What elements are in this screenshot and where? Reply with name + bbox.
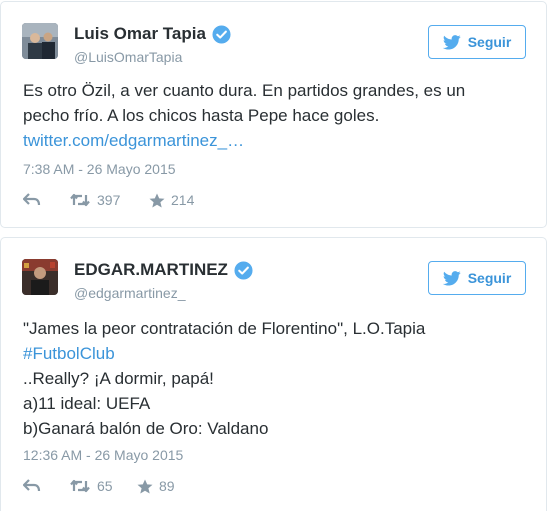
tweet-card-tapia: Luis Omar Tapia @LuisOmarTapia Seguir Es… xyxy=(0,1,547,228)
tweet-actions: 397 214 xyxy=(23,192,194,208)
reply-icon xyxy=(23,193,41,206)
follow-button[interactable]: Seguir xyxy=(428,25,526,59)
twitter-bird-icon xyxy=(442,270,461,286)
retweet-button[interactable]: 397 xyxy=(69,192,149,208)
tweet-text-line: pecho frío. A los chicos hasta Pepe hace… xyxy=(23,106,380,125)
hashtag-link[interactable]: #FutbolClub xyxy=(23,341,425,366)
retweet-icon xyxy=(70,193,90,207)
favorite-count: 214 xyxy=(171,192,195,208)
retweet-count: 65 xyxy=(97,478,113,494)
tweet-text-line: Es otro Özil, a ver cuanto dura. En part… xyxy=(23,81,466,100)
tweet-timestamp[interactable]: 12:36 AM - 26 Mayo 2015 xyxy=(23,447,183,463)
verified-badge-icon xyxy=(234,260,253,280)
favorite-button[interactable]: 214 xyxy=(149,192,194,208)
author-row: Luis Omar Tapia xyxy=(74,24,231,44)
tweet-text: Es otro Özil, a ver cuanto dura. En part… xyxy=(23,78,465,153)
tweet-timestamp[interactable]: 7:38 AM - 26 Mayo 2015 xyxy=(23,161,176,177)
verified-badge-icon xyxy=(212,24,231,44)
retweet-icon xyxy=(70,479,90,493)
tweet-text-line: ..Really? ¡A dormir, papá! xyxy=(23,369,214,388)
tweet-text-line: "James la peor contratación de Florentin… xyxy=(23,319,426,338)
follow-label: Seguir xyxy=(467,270,512,286)
favorite-button[interactable]: 89 xyxy=(137,478,175,494)
author-name[interactable]: EDGAR.MARTINEZ xyxy=(74,260,228,280)
author-name[interactable]: Luis Omar Tapia xyxy=(74,24,206,44)
reply-button[interactable] xyxy=(23,479,69,493)
author-handle[interactable]: @LuisOmarTapia xyxy=(74,49,182,65)
favorite-star-icon xyxy=(137,479,153,493)
author-handle[interactable]: @edgarmartinez_ xyxy=(74,285,186,301)
favorite-count: 89 xyxy=(159,478,175,494)
avatar[interactable] xyxy=(22,23,58,59)
follow-button[interactable]: Seguir xyxy=(428,261,526,295)
tweet-text-line: b)Ganará balón de Oro: Valdano xyxy=(23,419,269,438)
reply-button[interactable] xyxy=(23,193,69,207)
avatar[interactable] xyxy=(22,259,58,295)
tweet-text-line: a)11 ideal: UEFA xyxy=(23,394,151,413)
retweet-count: 397 xyxy=(97,192,121,208)
favorite-star-icon xyxy=(149,193,165,207)
author-row: EDGAR.MARTINEZ xyxy=(74,260,253,280)
twitter-bird-icon xyxy=(442,34,461,50)
tweet-card-martinez: EDGAR.MARTINEZ @edgarmartinez_ Seguir "J… xyxy=(0,237,547,511)
tweet-text: "James la peor contratación de Florentin… xyxy=(23,316,425,441)
reply-icon xyxy=(23,479,41,492)
follow-label: Seguir xyxy=(467,34,512,50)
tweet-actions: 65 89 xyxy=(23,478,175,494)
tweet-link[interactable]: twitter.com/edgarmartinez_… xyxy=(23,128,465,153)
retweet-button[interactable]: 65 xyxy=(69,478,137,494)
